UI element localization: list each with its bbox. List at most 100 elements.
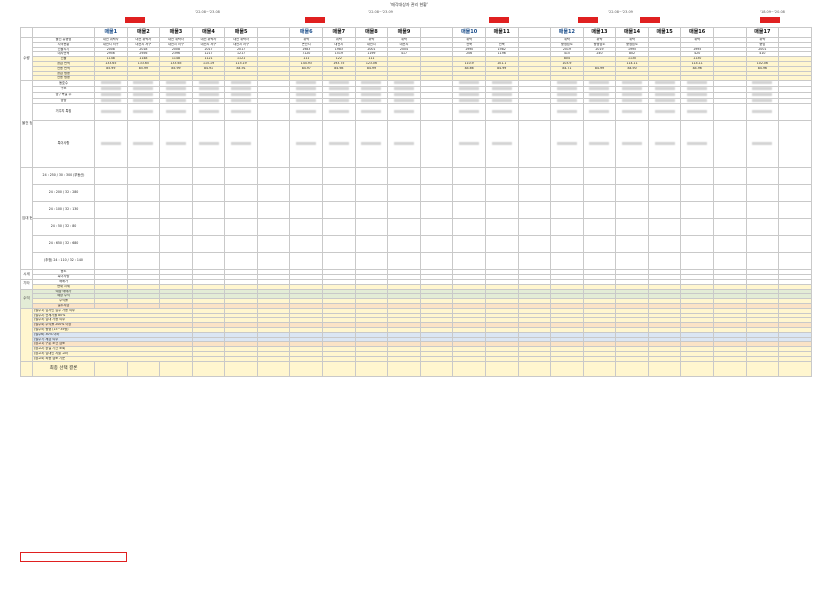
table-cell [322,252,356,271]
table-cell [354,235,389,254]
final-section [20,360,33,377]
table-cell [354,252,389,271]
spreadsheet: '매각대상자 관리 현황' '22.08~'23.08 '22.08~'23.0… [0,0,818,596]
redacted-text [622,141,643,145]
table-cell [159,120,193,169]
redacted-text [459,93,480,96]
table-cell [126,252,161,271]
redacted-text [328,109,349,113]
table-cell [94,120,128,169]
redacted-text [328,141,349,145]
table-cell [778,103,812,122]
table-cell [745,360,780,377]
table-cell [778,120,812,169]
checklist-section [20,307,33,362]
highlight-tag [578,17,598,23]
table-cell [517,218,552,237]
redacted-text [165,81,186,85]
redacted-text [100,87,121,90]
redacted-text [133,87,154,90]
table-cell [94,360,128,377]
column-header: 매물17 [745,27,780,38]
column-header: 매물9 [387,27,421,38]
redacted-text [622,87,643,90]
table-cell [647,360,682,377]
table-cell [712,360,747,377]
date-label: '18.09~'20.08 [760,10,785,14]
redacted-text [393,141,414,145]
table-cell [484,360,519,377]
column-header: 매물15 [647,27,682,38]
redacted-text [361,81,382,85]
table-row: 거주지 특징 [21,103,812,122]
table-cell [126,103,161,122]
table-cell [387,167,421,186]
redacted-text [459,81,480,85]
redacted-text [687,93,708,96]
table-cell [582,167,617,186]
table-cell [517,252,552,271]
table-cell [484,218,519,237]
column-header: 매물4 [191,27,226,38]
redacted-text [296,81,317,85]
table-cell [550,360,584,377]
table-cell [712,218,747,237]
redacted-text [198,87,219,90]
redacted-text [361,93,382,96]
table-cell [387,218,421,237]
property-table: 매물1 매물2 매물3 매물4 매물5 매물6 매물7 매물8 매물9 매물10 매물11 매물12 매… [20,27,812,377]
table-cell [745,252,780,271]
table-cell [354,103,389,122]
header-row: 매물1 매물2 매물3 매물4 매물5 매물6 매물7 매물8 매물9 매물10 매물11 매물12 매… [20,27,812,38]
table-cell [322,235,356,254]
redacted-text [622,93,643,96]
table-cell [191,167,226,186]
table-cell [712,167,747,186]
table-cell [224,252,258,271]
highlight-tag [489,17,509,23]
redacted-text [100,109,121,113]
table-cell [191,360,226,377]
redacted-text [100,141,121,145]
table-cell [256,167,291,186]
table-cell [452,252,486,271]
table-cell [680,360,714,377]
table-cell [484,120,519,169]
highlight-tag [125,17,145,23]
redacted-text [556,81,577,85]
table-cell [452,201,486,220]
table-cell [778,167,812,186]
table-cell [354,201,389,220]
table-row: 24 : 100 / 32 : 130 [21,201,812,220]
table-cell [322,120,356,169]
column-header [712,27,747,38]
table-cell [94,103,128,122]
redacted-text [393,87,414,90]
table-cell [680,201,714,220]
column-header: 매물14 [615,27,649,38]
redacted-text [328,87,349,90]
sheet-title: '매각대상자 관리 현황' [390,2,428,7]
table-cell [582,103,617,122]
table-cell [387,201,421,220]
redacted-text [328,93,349,96]
table-cell [517,103,552,122]
table-cell [647,184,682,203]
table-cell [191,120,226,169]
table-cell [224,167,258,186]
redacted-text [100,99,121,102]
table-cell [517,235,552,254]
row-label: (추정) 24 : 110 / 32 : 140 [32,252,95,271]
table-cell [126,218,161,237]
table-cell [680,167,714,186]
redacted-text [393,93,414,96]
redacted-text [133,109,154,113]
table-cell [615,120,649,169]
redacted-text [556,87,577,90]
column-header: 매물13 [582,27,617,38]
redacted-text [231,109,252,113]
table-cell [322,167,356,186]
table-cell [94,201,128,220]
table-cell [680,120,714,169]
table-cell [484,184,519,203]
